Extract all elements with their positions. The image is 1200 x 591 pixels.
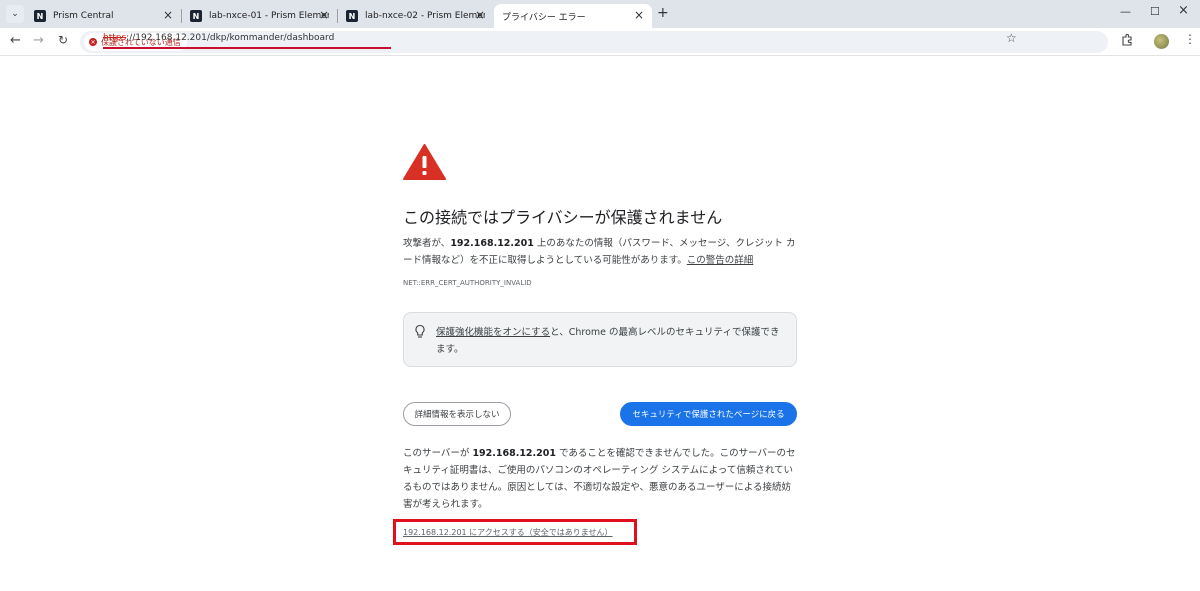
puzzle-icon[interactable]	[1121, 33, 1133, 49]
minimize-icon[interactable]: —	[1120, 5, 1131, 18]
error-code: NET::ERR_CERT_AUTHORITY_INVALID	[403, 279, 532, 287]
url-scheme: https	[103, 33, 127, 43]
page-title: この接続ではプライバシーが保護されません	[403, 208, 723, 227]
forward-button[interactable]: →	[33, 33, 44, 48]
tab-title: lab-nxce-01 - Prism Element	[209, 11, 329, 21]
enhanced-protection-link[interactable]: 保護強化機能をオンにする	[436, 327, 550, 338]
attack-warning-text: 攻撃者が、192.168.12.201 上のあなたの情報（パスワード、メッセージ…	[403, 235, 798, 269]
close-icon[interactable]: ×	[475, 8, 485, 22]
hide-details-button[interactable]: 詳細情報を表示しない	[403, 402, 511, 426]
text-segment: 攻撃者が、	[403, 238, 451, 249]
maximize-icon[interactable]: ☐	[1150, 5, 1160, 18]
tab-title: Prism Central	[53, 11, 114, 21]
url-path: ://192.168.12.201/dkp/kommander/dashboar…	[126, 33, 335, 43]
proceed-unsafe-link[interactable]: 192.168.12.201 にアクセスする（安全ではありません）	[403, 527, 613, 538]
nutanix-favicon-icon: N	[34, 10, 46, 22]
tab-prism-central[interactable]: N Prism Central ×	[26, 4, 181, 28]
close-window-icon[interactable]: ×	[1178, 3, 1189, 18]
close-icon[interactable]: ×	[319, 8, 329, 22]
close-icon[interactable]: ×	[634, 8, 644, 22]
url-highlight-underline	[103, 47, 391, 49]
tab-lab-nxce-01[interactable]: N lab-nxce-01 - Prism Element ×	[182, 4, 337, 28]
tab-search-button[interactable]: ⌄	[6, 5, 24, 23]
star-icon[interactable]: ☆	[1006, 31, 1017, 45]
enhanced-protection-text: 保護強化機能をオンにすると、Chrome の最高レベルのセキュリティで保護できま…	[436, 324, 781, 358]
text-segment: このサーバーが	[403, 448, 473, 459]
kebab-menu-icon[interactable]: ⋮	[1184, 32, 1196, 46]
profile-avatar[interactable]	[1154, 34, 1169, 49]
nutanix-favicon-icon: N	[190, 10, 202, 22]
enhanced-protection-box: 保護強化機能をオンにすると、Chrome の最高レベルのセキュリティで保護できま…	[403, 312, 797, 367]
warning-icon: ✕	[89, 38, 97, 46]
nutanix-favicon-icon: N	[346, 10, 358, 22]
back-to-safety-button[interactable]: セキュリティで保護されたページに戻る	[620, 402, 797, 426]
warning-triangle-icon	[403, 144, 446, 184]
back-button[interactable]: ←	[10, 33, 21, 48]
learn-more-link[interactable]: この警告の詳細	[687, 255, 754, 266]
chevron-down-icon: ⌄	[11, 9, 19, 19]
close-icon[interactable]: ×	[163, 8, 173, 22]
new-tab-button[interactable]: +	[657, 5, 669, 21]
host-name: 192.168.12.201	[472, 448, 556, 459]
tab-strip: ⌄ N Prism Central × N lab-nxce-01 - Pris…	[0, 0, 1200, 28]
reload-button[interactable]: ↻	[58, 33, 68, 47]
lightbulb-icon	[415, 324, 425, 338]
tab-title: lab-nxce-02 - Prism Element	[365, 11, 485, 21]
host-name: 192.168.12.201	[450, 238, 534, 249]
browser-toolbar: ← → ↻ ✕ 保護されていない通信 https://192.168.12.20…	[0, 28, 1200, 56]
url-text[interactable]: https://192.168.12.201/dkp/kommander/das…	[103, 33, 334, 43]
tab-lab-nxce-02[interactable]: N lab-nxce-02 - Prism Element ×	[338, 4, 493, 28]
tab-privacy-error[interactable]: プライバシー エラー ×	[494, 4, 652, 28]
details-text: このサーバーが 192.168.12.201 であることを確認できませんでした。…	[403, 445, 798, 513]
tab-title: プライバシー エラー	[502, 12, 586, 23]
